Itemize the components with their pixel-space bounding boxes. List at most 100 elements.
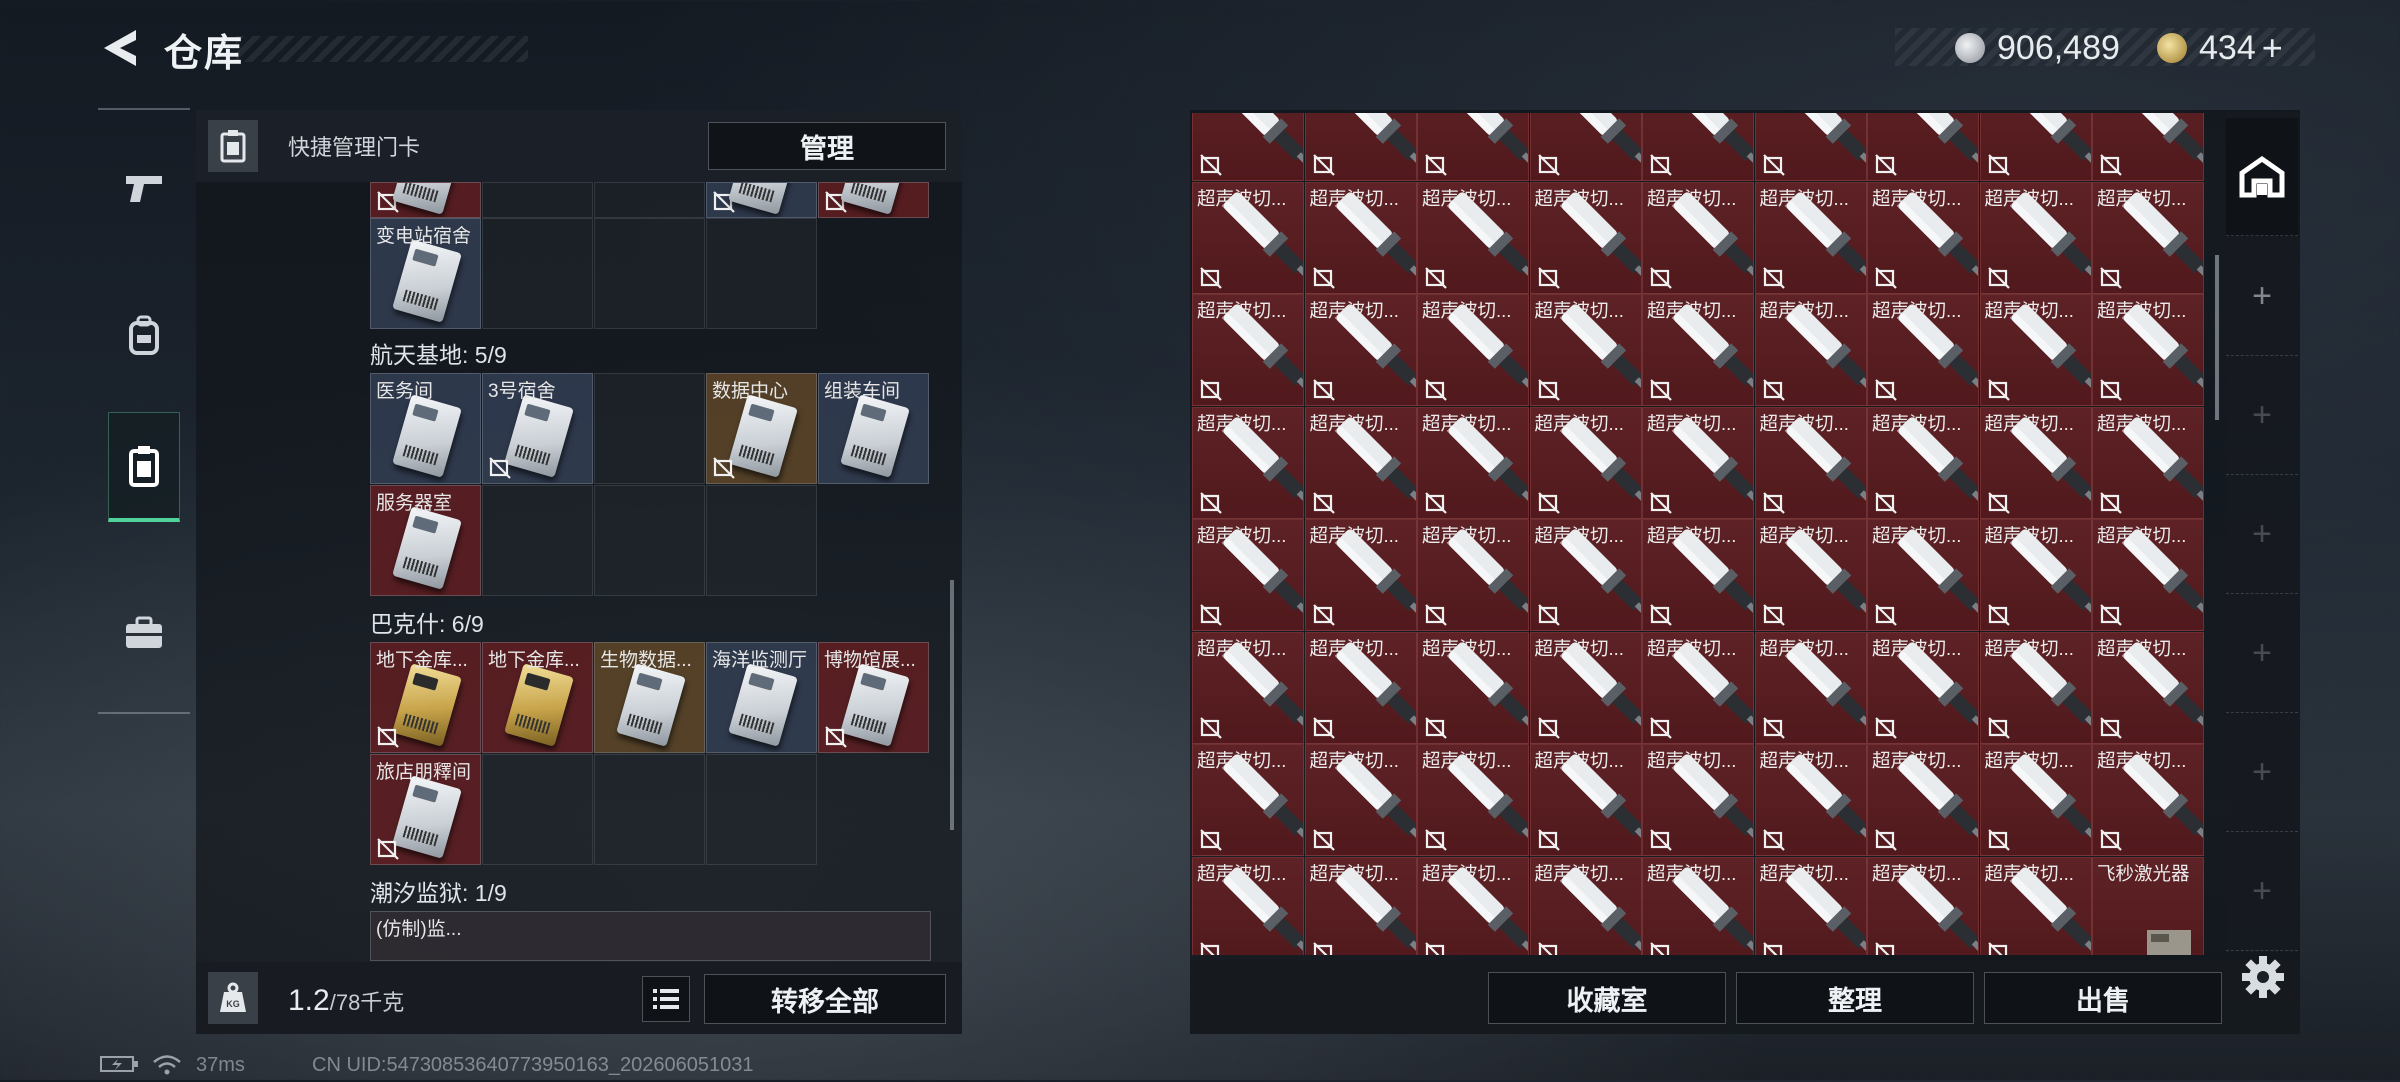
keycard-slot[interactable] bbox=[594, 754, 705, 865]
keycard-slot[interactable]: 数据中心 bbox=[706, 373, 817, 484]
stash-item-ultrasonic-cutter[interactable] bbox=[2092, 113, 2204, 181]
stash-item-ultrasonic-cutter[interactable]: 超声波切... bbox=[1867, 744, 1979, 856]
stash-item-ultrasonic-cutter[interactable]: 超声波切... bbox=[1529, 181, 1642, 294]
rail-tab-briefcase[interactable] bbox=[108, 578, 180, 688]
stash-item-ultrasonic-cutter[interactable]: 超声波切... bbox=[1304, 519, 1417, 631]
keycard-slot[interactable] bbox=[482, 182, 593, 218]
keycard-slot[interactable] bbox=[706, 182, 817, 218]
keycard-slot[interactable] bbox=[594, 218, 705, 329]
stash-item-ultrasonic-cutter[interactable] bbox=[1304, 113, 1417, 181]
stash-tab-main[interactable] bbox=[2226, 118, 2298, 236]
stash-item-ultrasonic-cutter[interactable]: 超声波切... bbox=[1867, 631, 1979, 744]
keycard-scrollbar[interactable] bbox=[950, 580, 954, 830]
collection-room-button[interactable]: 收藏室 bbox=[1488, 972, 1726, 1024]
keycard-slot[interactable] bbox=[594, 182, 705, 218]
stash-item-ultrasonic-cutter[interactable]: 超声波切... bbox=[1754, 631, 1867, 744]
stash-item-ultrasonic-cutter[interactable]: 超声波切... bbox=[1754, 406, 1867, 519]
keycard-slot[interactable]: 3号宿舍 bbox=[482, 373, 593, 484]
stash-item-ultrasonic-cutter[interactable]: 超声波切... bbox=[1417, 744, 1529, 856]
stash-tab-add[interactable]: + bbox=[2226, 476, 2298, 594]
keycard-slot[interactable]: 地下金库... bbox=[482, 642, 593, 753]
keycard-slot[interactable]: 旅店朋釋间 bbox=[370, 754, 481, 865]
stash-item-ultrasonic-cutter[interactable]: 超声波切... bbox=[1417, 181, 1529, 294]
stash-tab-add[interactable]: + bbox=[2226, 357, 2298, 475]
stash-item-ultrasonic-cutter[interactable]: 超声波切... bbox=[1192, 856, 1304, 955]
stash-item-ultrasonic-cutter[interactable]: 超声波切... bbox=[1192, 294, 1304, 406]
stash-item-ultrasonic-cutter[interactable]: 超声波切... bbox=[1867, 519, 1979, 631]
stash-item-ultrasonic-cutter[interactable]: 超声波切... bbox=[1642, 856, 1754, 955]
stash-item-ultrasonic-cutter[interactable]: 超声波切... bbox=[2092, 631, 2204, 744]
keycard-slot[interactable] bbox=[706, 754, 817, 865]
keycard-slot[interactable]: (仿制)监... bbox=[370, 911, 931, 961]
stash-item-ultrasonic-cutter[interactable]: 超声波切... bbox=[1192, 744, 1304, 856]
settings-button[interactable] bbox=[2240, 954, 2286, 1000]
stash-scrollbar[interactable] bbox=[2215, 255, 2219, 420]
stash-item-ultrasonic-cutter[interactable]: 超声波切... bbox=[1867, 406, 1979, 519]
keycard-slot[interactable]: 生物数据... bbox=[594, 642, 705, 753]
keycard-slot[interactable] bbox=[594, 373, 705, 484]
stash-item-ultrasonic-cutter[interactable] bbox=[1754, 113, 1867, 181]
stash-item-ultrasonic-cutter[interactable]: 超声波切... bbox=[1979, 856, 2092, 955]
keycard-slot[interactable] bbox=[594, 485, 705, 596]
stash-item-ultrasonic-cutter[interactable]: 超声波切... bbox=[1754, 744, 1867, 856]
stash-item-ultrasonic-cutter[interactable]: 超声波切... bbox=[1417, 856, 1529, 955]
stash-item-ultrasonic-cutter[interactable]: 超声波切... bbox=[1304, 744, 1417, 856]
transfer-all-button[interactable]: 转移全部 bbox=[704, 974, 946, 1024]
stash-item-ultrasonic-cutter[interactable]: 超声波切... bbox=[1979, 181, 2092, 294]
keycard-slot[interactable] bbox=[706, 485, 817, 596]
back-button[interactable] bbox=[100, 26, 140, 70]
stash-item-ultrasonic-cutter[interactable]: 超声波切... bbox=[1192, 181, 1304, 294]
stash-item-ultrasonic-cutter[interactable]: 超声波切... bbox=[1979, 294, 2092, 406]
keycard-slot[interactable]: 组装车间 bbox=[818, 373, 929, 484]
stash-item-ultrasonic-cutter[interactable]: 超声波切... bbox=[1417, 631, 1529, 744]
manage-button[interactable]: 管理 bbox=[708, 122, 946, 170]
stash-item-ultrasonic-cutter[interactable]: 超声波切... bbox=[1642, 519, 1754, 631]
stash-item-ultrasonic-cutter[interactable]: 超声波切... bbox=[1642, 181, 1754, 294]
rail-tab-backpack[interactable] bbox=[108, 280, 180, 390]
keycard-slot[interactable]: 变电站宿舍 bbox=[370, 218, 481, 329]
stash-item-ultrasonic-cutter[interactable]: 超声波切... bbox=[1529, 744, 1642, 856]
stash-item-ultrasonic-cutter[interactable]: 超声波切... bbox=[1304, 181, 1417, 294]
stash-item-ultrasonic-cutter[interactable]: 超声波切... bbox=[2092, 181, 2204, 294]
sell-button[interactable]: 出售 bbox=[1984, 972, 2222, 1024]
stash-item-ultrasonic-cutter[interactable]: 超声波切... bbox=[1192, 631, 1304, 744]
keycard-slot[interactable]: 博物馆展... bbox=[818, 642, 929, 753]
keycard-slot[interactable] bbox=[818, 182, 929, 218]
stash-item-ultrasonic-cutter[interactable]: 超声波切... bbox=[1304, 856, 1417, 955]
stash-item-ultrasonic-cutter[interactable]: 超声波切... bbox=[1529, 519, 1642, 631]
stash-item-ultrasonic-cutter[interactable]: 超声波切... bbox=[1642, 406, 1754, 519]
stash-item-ultrasonic-cutter[interactable] bbox=[1867, 113, 1979, 181]
stash-item-ultrasonic-cutter[interactable]: 超声波切... bbox=[1754, 181, 1867, 294]
stash-item-ultrasonic-cutter[interactable]: 超声波切... bbox=[1979, 406, 2092, 519]
stash-item-ultrasonic-cutter[interactable]: 超声波切... bbox=[2092, 519, 2204, 631]
stash-item-ultrasonic-cutter[interactable] bbox=[1642, 113, 1754, 181]
stash-item-ultrasonic-cutter[interactable]: 超声波切... bbox=[1754, 856, 1867, 955]
keycard-slot[interactable] bbox=[370, 182, 481, 218]
sort-button[interactable]: 整理 bbox=[1736, 972, 1974, 1024]
stash-item-ultrasonic-cutter[interactable]: 超声波切... bbox=[1979, 631, 2092, 744]
stash-item-ultrasonic-cutter[interactable]: 超声波切... bbox=[1417, 519, 1529, 631]
stash-item-ultrasonic-cutter[interactable]: 超声波切... bbox=[1642, 294, 1754, 406]
stash-item-ultrasonic-cutter[interactable]: 超声波切... bbox=[1979, 744, 2092, 856]
keycard-slot[interactable] bbox=[482, 485, 593, 596]
rail-tab-weapons[interactable] bbox=[108, 134, 180, 244]
stash-item-ultrasonic-cutter[interactable]: 超声波切... bbox=[1867, 294, 1979, 406]
stash-item-ultrasonic-cutter[interactable]: 超声波切... bbox=[1754, 294, 1867, 406]
keycard-slot[interactable]: 医务间 bbox=[370, 373, 481, 484]
stash-item-ultrasonic-cutter[interactable] bbox=[1529, 113, 1642, 181]
keycard-slot[interactable]: 服务器室 bbox=[370, 485, 481, 596]
stash-item-ultrasonic-cutter[interactable]: 超声波切... bbox=[1642, 744, 1754, 856]
stash-item-ultrasonic-cutter[interactable]: 超声波切... bbox=[1979, 519, 2092, 631]
stash-item-ultrasonic-cutter[interactable] bbox=[1979, 113, 2092, 181]
stash-item-ultrasonic-cutter[interactable]: 超声波切... bbox=[1417, 406, 1529, 519]
rail-tab-keycards[interactable] bbox=[108, 412, 180, 522]
stash-item-ultrasonic-cutter[interactable]: 超声波切... bbox=[1529, 294, 1642, 406]
stash-item-ultrasonic-cutter[interactable]: 超声波切... bbox=[1417, 294, 1529, 406]
stash-tab-add[interactable]: + bbox=[2226, 714, 2298, 832]
add-currency-button[interactable]: + bbox=[2262, 27, 2283, 69]
stash-item-ultrasonic-cutter[interactable]: 超声波切... bbox=[1754, 519, 1867, 631]
stash-item-ultrasonic-cutter[interactable]: 超声波切... bbox=[1304, 631, 1417, 744]
stash-item-ultrasonic-cutter[interactable]: 超声波切... bbox=[1529, 406, 1642, 519]
stash-item-ultrasonic-cutter[interactable] bbox=[1417, 113, 1529, 181]
keycard-slot[interactable]: 海洋监测厅 bbox=[706, 642, 817, 753]
